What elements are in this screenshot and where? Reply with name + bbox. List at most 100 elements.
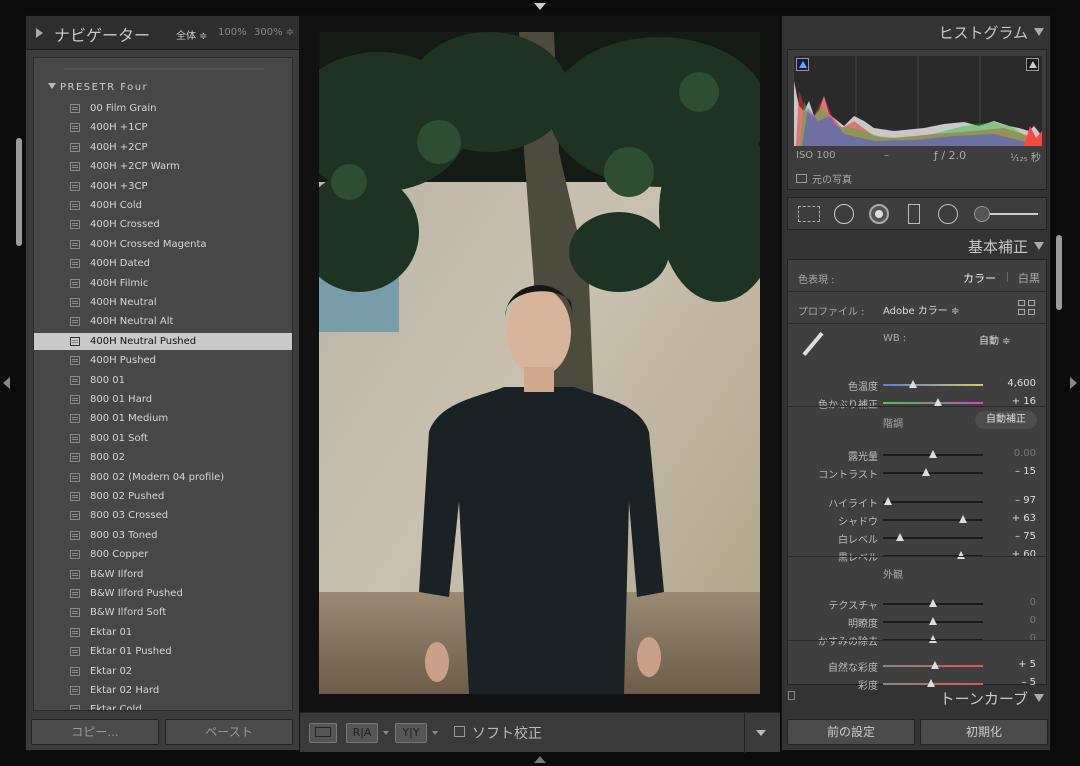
slider-value[interactable]: 0 — [1030, 615, 1036, 626]
preset-item[interactable]: 800 02 — [34, 449, 292, 466]
reset-button[interactable]: 初期化 — [920, 719, 1048, 745]
slider-value[interactable]: 0 — [1030, 633, 1036, 644]
basic-header[interactable]: 基本補正 — [968, 236, 1044, 257]
slider-value[interactable]: + 60 — [1012, 549, 1036, 560]
before-after-ra-button[interactable]: R|A — [346, 723, 378, 743]
slider-value[interactable]: + 63 — [1012, 513, 1036, 524]
slider-value[interactable]: – 97 — [1015, 495, 1036, 506]
before-after-yy-button[interactable]: Y|Y — [395, 723, 427, 743]
preset-item[interactable]: Ektar Cold — [34, 701, 292, 710]
right-scrollbar[interactable] — [1056, 235, 1062, 310]
navigator-header[interactable]: ナビゲーター 全体 ≑ 100% 300% ≑ — [26, 16, 299, 50]
slider-knob[interactable] — [934, 398, 942, 406]
slider-knob[interactable] — [929, 599, 937, 607]
slider-value[interactable]: 0.00 — [1014, 448, 1036, 459]
slider-value[interactable]: + 5 — [1018, 659, 1036, 670]
preset-item[interactable]: 400H Neutral Pushed — [34, 332, 292, 350]
copy-button[interactable]: コピー... — [31, 719, 159, 745]
slider-knob[interactable] — [929, 635, 937, 643]
preset-item[interactable]: 400H Pushed — [34, 352, 292, 369]
slider-track[interactable] — [883, 501, 983, 503]
highlight-clipping-icon[interactable] — [1026, 58, 1039, 71]
treatment-color[interactable]: カラー — [963, 270, 996, 286]
preset-item[interactable]: 800 Copper — [34, 546, 292, 563]
red-eye-icon[interactable] — [869, 204, 889, 224]
slider-knob[interactable] — [959, 515, 967, 523]
auto-tone-button[interactable]: 自動補正 — [975, 411, 1037, 429]
preset-item[interactable]: Ektar 01 Pushed — [34, 643, 292, 660]
slider-knob[interactable] — [957, 551, 965, 559]
preset-item[interactable]: 800 01 Medium — [34, 410, 292, 427]
slider-track[interactable] — [883, 402, 983, 404]
shadow-clipping-icon[interactable] — [796, 58, 809, 71]
left-scrollbar[interactable] — [16, 138, 22, 246]
preset-item[interactable]: 400H +2CP — [34, 139, 292, 156]
slider-knob[interactable] — [931, 661, 939, 669]
slider-value[interactable]: 0 — [1030, 597, 1036, 608]
preset-item[interactable]: B&W Ilford — [34, 566, 292, 583]
left-panel-toggle-icon[interactable] — [3, 377, 10, 389]
slider-value[interactable]: – 5 — [1021, 677, 1036, 688]
slider-knob[interactable] — [896, 533, 904, 541]
preset-group-header[interactable]: PRESETR Four — [48, 82, 148, 93]
preset-item[interactable]: 400H Filmic — [34, 275, 292, 292]
tone-curve-header[interactable]: トーンカーブ — [940, 688, 1044, 709]
wb-eyedropper-icon[interactable] — [800, 330, 826, 357]
main-photo[interactable] — [319, 32, 760, 694]
wb-select[interactable]: 自動 ≑ — [979, 332, 1011, 347]
profile-browser-icon[interactable] — [1018, 300, 1036, 316]
preset-item[interactable]: 800 03 Toned — [34, 527, 292, 544]
slider-knob[interactable] — [909, 380, 917, 388]
preset-item[interactable]: 400H Dated — [34, 255, 292, 272]
preset-item[interactable]: 400H Cold — [34, 197, 292, 214]
slider-knob[interactable] — [929, 617, 937, 625]
slider-value[interactable]: – 75 — [1015, 531, 1036, 542]
brush-slider[interactable] — [990, 213, 1038, 215]
preset-item[interactable]: 800 02 (Modern 04 profile) — [34, 469, 292, 486]
spot-removal-icon[interactable] — [834, 204, 854, 224]
preset-item[interactable]: 400H +2CP Warm — [34, 158, 292, 175]
radial-filter-icon[interactable] — [938, 204, 958, 224]
top-panel-toggle-icon[interactable] — [534, 3, 546, 10]
preset-item[interactable]: 400H Crossed — [34, 216, 292, 233]
preset-item[interactable]: Ektar 02 — [34, 663, 292, 680]
preset-item[interactable]: 400H +1CP — [34, 119, 292, 136]
profile-select[interactable]: Adobe カラー ≑ — [883, 302, 959, 317]
preset-item[interactable]: 800 03 Crossed — [34, 507, 292, 524]
loupe-view-button[interactable] — [309, 723, 337, 743]
zoom-fit[interactable]: 全体 ≑ — [176, 27, 208, 42]
slider-knob[interactable] — [922, 468, 930, 476]
preset-item[interactable]: B&W Ilford Soft — [34, 604, 292, 621]
dropdown-arrow-icon[interactable] — [432, 731, 438, 735]
crop-tool-icon[interactable] — [798, 206, 820, 222]
toolbar-menu-icon[interactable] — [756, 730, 766, 736]
dropdown-arrow-icon[interactable] — [383, 731, 389, 735]
preset-item[interactable]: 800 01 — [34, 372, 292, 389]
preset-item[interactable]: B&W Ilford Pushed — [34, 585, 292, 602]
zoom-100[interactable]: 100% — [218, 27, 247, 38]
slider-track[interactable] — [883, 472, 983, 474]
previous-settings-button[interactable]: 前の設定 — [787, 719, 915, 745]
preset-item[interactable]: 400H Crossed Magenta — [34, 236, 292, 253]
preset-item[interactable]: Ektar 02 Hard — [34, 682, 292, 699]
right-panel-toggle-icon[interactable] — [1070, 377, 1077, 389]
zoom-300[interactable]: 300% ≑ — [254, 27, 294, 38]
slider-knob[interactable] — [884, 497, 892, 505]
slider-track[interactable] — [883, 519, 983, 521]
preset-item[interactable]: 00 Film Grain — [34, 100, 292, 117]
preset-item[interactable]: 400H Neutral — [34, 294, 292, 311]
slider-knob[interactable] — [927, 679, 935, 687]
preset-item[interactable]: 800 01 Soft — [34, 430, 292, 447]
brush-size-icon[interactable] — [974, 206, 990, 222]
original-photo-checkbox[interactable] — [796, 174, 807, 183]
preset-item[interactable]: 400H +3CP — [34, 178, 292, 195]
slider-knob[interactable] — [929, 450, 937, 458]
slider-value[interactable]: 4,600 — [1007, 378, 1036, 389]
histogram-header[interactable]: ヒストグラム — [938, 22, 1044, 43]
preset-item[interactable]: 800 02 Pushed — [34, 488, 292, 505]
slider-value[interactable]: – 15 — [1015, 466, 1036, 477]
bottom-panel-toggle-icon[interactable] — [534, 756, 546, 763]
panel-toggle-switch[interactable] — [788, 691, 795, 700]
slider-track[interactable] — [883, 384, 983, 386]
preset-item[interactable]: 800 01 Hard — [34, 391, 292, 408]
